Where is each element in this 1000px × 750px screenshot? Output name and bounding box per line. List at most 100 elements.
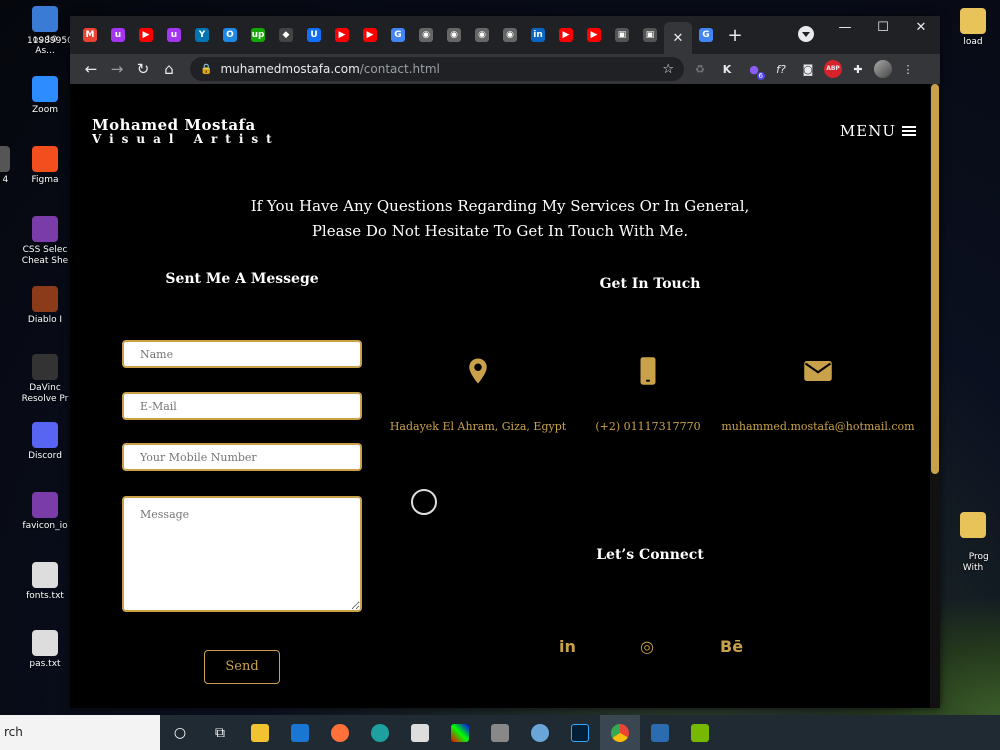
- desktop-icon[interactable]: DaVinc Resolve Pr: [18, 354, 72, 405]
- yoast-icon: Y: [195, 28, 209, 42]
- browser-tab[interactable]: ◉: [412, 21, 440, 49]
- extension-recycle-icon[interactable]: ♻: [689, 63, 711, 76]
- monitor-icon: ▣: [643, 28, 657, 42]
- browser-tab[interactable]: ▶: [132, 21, 160, 49]
- browser-tab[interactable]: ▣: [608, 21, 636, 49]
- browser-tab[interactable]: ▶: [552, 21, 580, 49]
- contact-title: Get In Touch: [599, 276, 701, 292]
- message-field[interactable]: [122, 496, 362, 612]
- send-button[interactable]: Send: [204, 650, 280, 684]
- browser-tab[interactable]: Y: [188, 21, 216, 49]
- forward-button[interactable]: →: [104, 60, 130, 78]
- app-icon: [32, 354, 58, 380]
- browser-tab[interactable]: u: [160, 21, 188, 49]
- calculator-icon[interactable]: [480, 715, 520, 750]
- lock-icon: 🔒: [200, 63, 213, 75]
- page-scrollbar[interactable]: [930, 84, 940, 708]
- desktop-icon-program[interactable]: Prog With: [946, 490, 1000, 585]
- bookmark-star-icon[interactable]: ☆: [662, 62, 674, 77]
- adblock-icon[interactable]: ABP: [824, 60, 842, 78]
- camera-icon[interactable]: ◙: [797, 63, 819, 76]
- color-picker-icon[interactable]: [440, 715, 480, 750]
- desktop-icon[interactable]: os 10 As...: [18, 6, 72, 57]
- file-explorer-icon[interactable]: [240, 715, 280, 750]
- desktop-icon[interactable]: Zoom: [18, 76, 72, 116]
- desktop-icon-label: eld 4: [2, 175, 9, 185]
- edge-icon[interactable]: [360, 715, 400, 750]
- desktop-icon-download[interactable]: load: [946, 8, 1000, 48]
- desktop-icon[interactable]: CSS Selec Cheat She: [18, 216, 72, 267]
- browser-tab[interactable]: u: [104, 21, 132, 49]
- desktop-icon[interactable]: Discord: [18, 422, 72, 462]
- nvidia-icon[interactable]: [680, 715, 720, 750]
- desktop-icon[interactable]: Figma: [18, 146, 72, 186]
- tab-search-icon[interactable]: [798, 26, 814, 42]
- browser-tab[interactable]: G: [692, 21, 720, 49]
- active-tab[interactable]: ✕: [664, 22, 692, 54]
- firefox-icon[interactable]: [320, 715, 360, 750]
- browser-tab[interactable]: in: [524, 21, 552, 49]
- desktop-icon[interactable]: fonts.txt: [18, 562, 72, 602]
- browser-tab[interactable]: M: [76, 21, 104, 49]
- behance-link[interactable]: Bē: [720, 637, 743, 656]
- instagram-link[interactable]: ◎: [640, 637, 654, 656]
- chrome-icon[interactable]: [600, 715, 640, 750]
- home-button[interactable]: ⌂: [156, 60, 182, 78]
- phone-text[interactable]: (+2) 01117317770: [568, 420, 728, 433]
- browser-tab[interactable]: U: [300, 21, 328, 49]
- store-icon[interactable]: [400, 715, 440, 750]
- desktop-icon-label: Discord: [28, 451, 62, 461]
- site-brand[interactable]: Mohamed Mostafa Visual Artist: [92, 116, 280, 146]
- google-icon: G: [391, 28, 405, 42]
- scrollbar-thumb[interactable]: [931, 84, 939, 474]
- cortana-icon[interactable]: ○: [160, 715, 200, 750]
- desktop-icon[interactable]: Diablo I: [18, 286, 72, 326]
- maximize-button[interactable]: ☐: [864, 16, 902, 40]
- new-tab-button[interactable]: +: [720, 25, 750, 46]
- desktop-icon-label: favicon_io: [22, 521, 68, 531]
- app-icon: [0, 146, 10, 172]
- menu-button[interactable]: MENU: [840, 122, 916, 140]
- close-tab-icon[interactable]: ✕: [673, 31, 684, 46]
- minimize-button[interactable]: —: [826, 16, 864, 40]
- taskbar-search[interactable]: rch: [0, 715, 160, 750]
- hamburger-icon: [902, 124, 916, 138]
- address-bar[interactable]: 🔒 muhamedmostafa.com/contact.html ☆: [190, 57, 684, 81]
- circle-icon: O: [223, 28, 237, 42]
- browser-tab[interactable]: ▶: [580, 21, 608, 49]
- mail-icon[interactable]: [280, 715, 320, 750]
- browser-tab[interactable]: ◉: [468, 21, 496, 49]
- extensions-puzzle-icon[interactable]: ✚: [847, 63, 869, 76]
- location-pin-icon: [469, 358, 487, 384]
- close-window-button[interactable]: ✕: [902, 16, 940, 40]
- browser-menu-icon[interactable]: ⋮: [897, 63, 919, 76]
- browser-tab[interactable]: ▶: [356, 21, 384, 49]
- extension-fontfinder-icon[interactable]: f?: [770, 63, 792, 76]
- browser-tab[interactable]: G: [384, 21, 412, 49]
- browser-tab[interactable]: O: [216, 21, 244, 49]
- browser-tab[interactable]: ◉: [496, 21, 524, 49]
- back-button[interactable]: ←: [78, 60, 104, 78]
- video-editor-icon[interactable]: [640, 715, 680, 750]
- app-icon: [32, 492, 58, 518]
- paint-icon[interactable]: [520, 715, 560, 750]
- email-field[interactable]: [122, 392, 362, 420]
- desktop-icon[interactable]: pas.txt: [18, 630, 72, 670]
- email-text[interactable]: muhammed.mostafa@hotmail.com: [720, 420, 916, 433]
- extension-k-icon[interactable]: K: [716, 63, 738, 76]
- extension-puzzle-badge-icon[interactable]: ● 6: [743, 63, 765, 80]
- browser-tab[interactable]: ▶: [328, 21, 356, 49]
- task-view-icon[interactable]: ⧉: [200, 715, 240, 750]
- linkedin-link[interactable]: in: [559, 637, 576, 656]
- youtube-icon: ▶: [559, 28, 573, 42]
- desktop-icon[interactable]: favicon_io: [18, 492, 72, 532]
- browser-tab[interactable]: up: [244, 21, 272, 49]
- name-field[interactable]: [122, 340, 362, 368]
- photoshop-icon[interactable]: [560, 715, 600, 750]
- profile-avatar[interactable]: [874, 60, 892, 78]
- browser-tab[interactable]: ▣: [636, 21, 664, 49]
- reload-button[interactable]: ↻: [130, 60, 156, 78]
- browser-tab[interactable]: ◆: [272, 21, 300, 49]
- phone-field[interactable]: [122, 443, 362, 471]
- browser-tab[interactable]: ◉: [440, 21, 468, 49]
